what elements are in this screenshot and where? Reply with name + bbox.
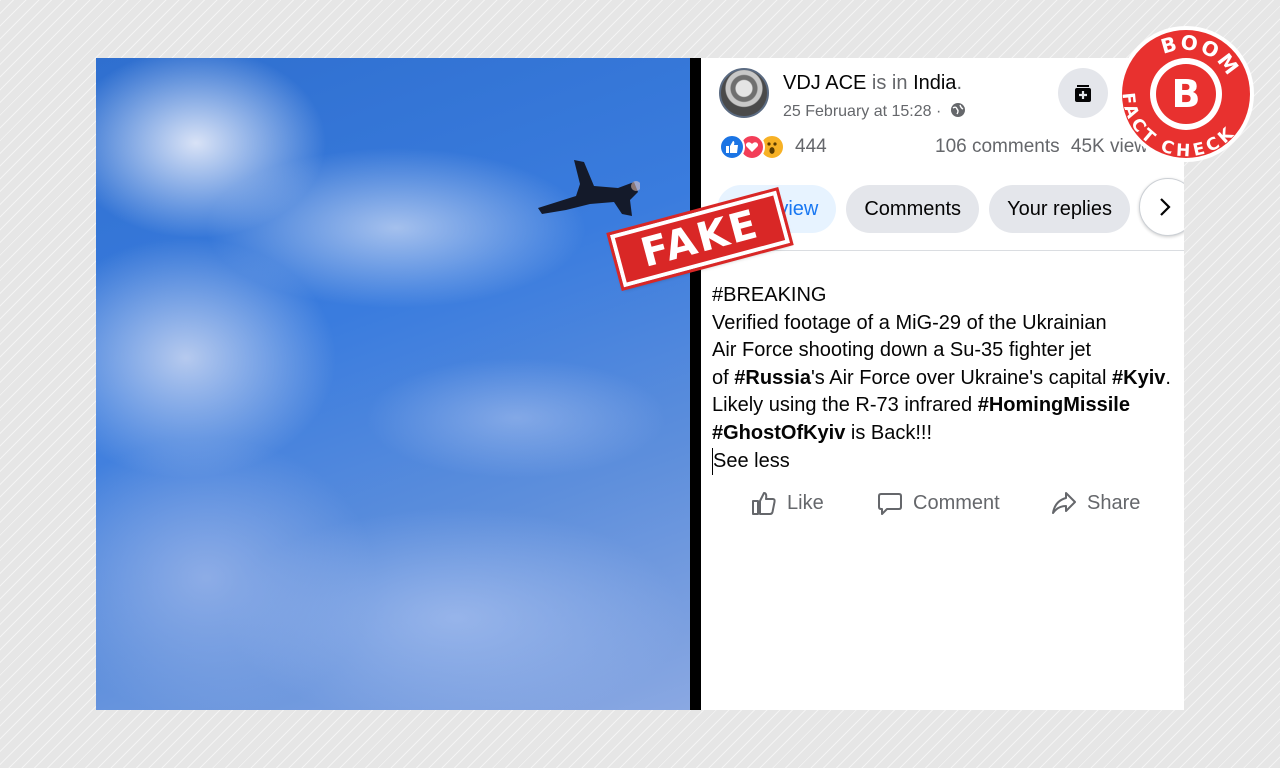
fighter-jet-image bbox=[538, 160, 640, 216]
comment-label: Comment bbox=[913, 491, 1000, 514]
boom-logo-letter: B bbox=[1172, 72, 1201, 116]
save-icon bbox=[1075, 85, 1091, 102]
video-frame[interactable] bbox=[96, 58, 690, 710]
tab-comments[interactable]: Comments bbox=[846, 185, 980, 233]
post-meta: 25 February at 15:28 · bbox=[783, 102, 966, 121]
text-fragment: of bbox=[712, 366, 735, 389]
save-post-button[interactable] bbox=[1058, 68, 1108, 118]
post-author-line: VDJ ACE is in India. bbox=[783, 72, 962, 95]
location-link[interactable]: India bbox=[913, 72, 956, 94]
text-fragment: is Back!!! bbox=[845, 421, 933, 444]
author-avatar[interactable] bbox=[719, 68, 769, 118]
hashtag-ghostofkyiv[interactable]: #GhostOfKyiv bbox=[712, 422, 845, 444]
post-line: of #Russia's Air Force over Ukraine's ca… bbox=[712, 365, 1182, 393]
post-line: #GhostOfKyiv is Back!!! bbox=[712, 420, 1182, 448]
location-suffix: . bbox=[956, 72, 962, 94]
text-fragment: . bbox=[1165, 366, 1171, 389]
comment-button[interactable]: Comment bbox=[877, 490, 1000, 516]
post-timestamp[interactable]: 25 February at 15:28 bbox=[783, 103, 932, 120]
post-line: Verified footage of a MiG-29 of the Ukra… bbox=[712, 311, 1107, 334]
hashtag-kyiv[interactable]: #Kyiv bbox=[1112, 367, 1165, 389]
chevron-right-icon bbox=[1160, 198, 1171, 216]
hashtag-homingmissile[interactable]: #HomingMissile bbox=[978, 394, 1130, 416]
like-button[interactable]: Like bbox=[751, 490, 824, 516]
comment-icon bbox=[878, 493, 902, 515]
post-line: Air Force shooting down a Su-35 fighter … bbox=[712, 339, 1092, 362]
globe-icon bbox=[950, 103, 965, 117]
share-icon bbox=[1052, 492, 1076, 514]
share-button[interactable]: Share bbox=[1051, 490, 1140, 516]
post-line: Likely using the R-73 infrared #HomingMi… bbox=[712, 392, 1182, 420]
boom-fact-check-logo: B BOOM FACT CHECK bbox=[1112, 20, 1254, 168]
like-icon bbox=[752, 492, 776, 515]
like-label: Like bbox=[787, 491, 824, 514]
reaction-count: 444 bbox=[795, 136, 827, 157]
post-line: #BREAKING bbox=[712, 282, 1182, 310]
text-fragment: 's Air Force over Ukraine's capital bbox=[810, 366, 1113, 389]
post-actions: Like Comment Share bbox=[701, 490, 1184, 522]
comment-count[interactable]: 106 comments bbox=[935, 136, 1060, 157]
see-less-link[interactable]: See less bbox=[712, 447, 790, 476]
like-reaction-icon bbox=[719, 134, 745, 160]
share-label: Share bbox=[1087, 491, 1141, 514]
tab-your-replies[interactable]: Your replies bbox=[989, 185, 1130, 233]
author-name[interactable]: VDJ ACE bbox=[783, 72, 866, 94]
text-fragment: Likely using the R-73 infrared bbox=[712, 394, 978, 417]
tabs-divider bbox=[701, 250, 1184, 251]
hashtag-breaking[interactable]: #BREAKING bbox=[712, 284, 826, 306]
post-text: #BREAKING Verified footage of a MiG-29 o… bbox=[712, 282, 1182, 476]
panel-divider bbox=[690, 58, 701, 710]
reaction-summary[interactable]: 444 bbox=[719, 134, 827, 160]
location-prefix: is in bbox=[871, 72, 908, 94]
meta-separator: · bbox=[936, 103, 942, 120]
hashtag-russia[interactable]: #Russia bbox=[734, 367, 811, 389]
tabs-next-button[interactable] bbox=[1139, 178, 1184, 236]
